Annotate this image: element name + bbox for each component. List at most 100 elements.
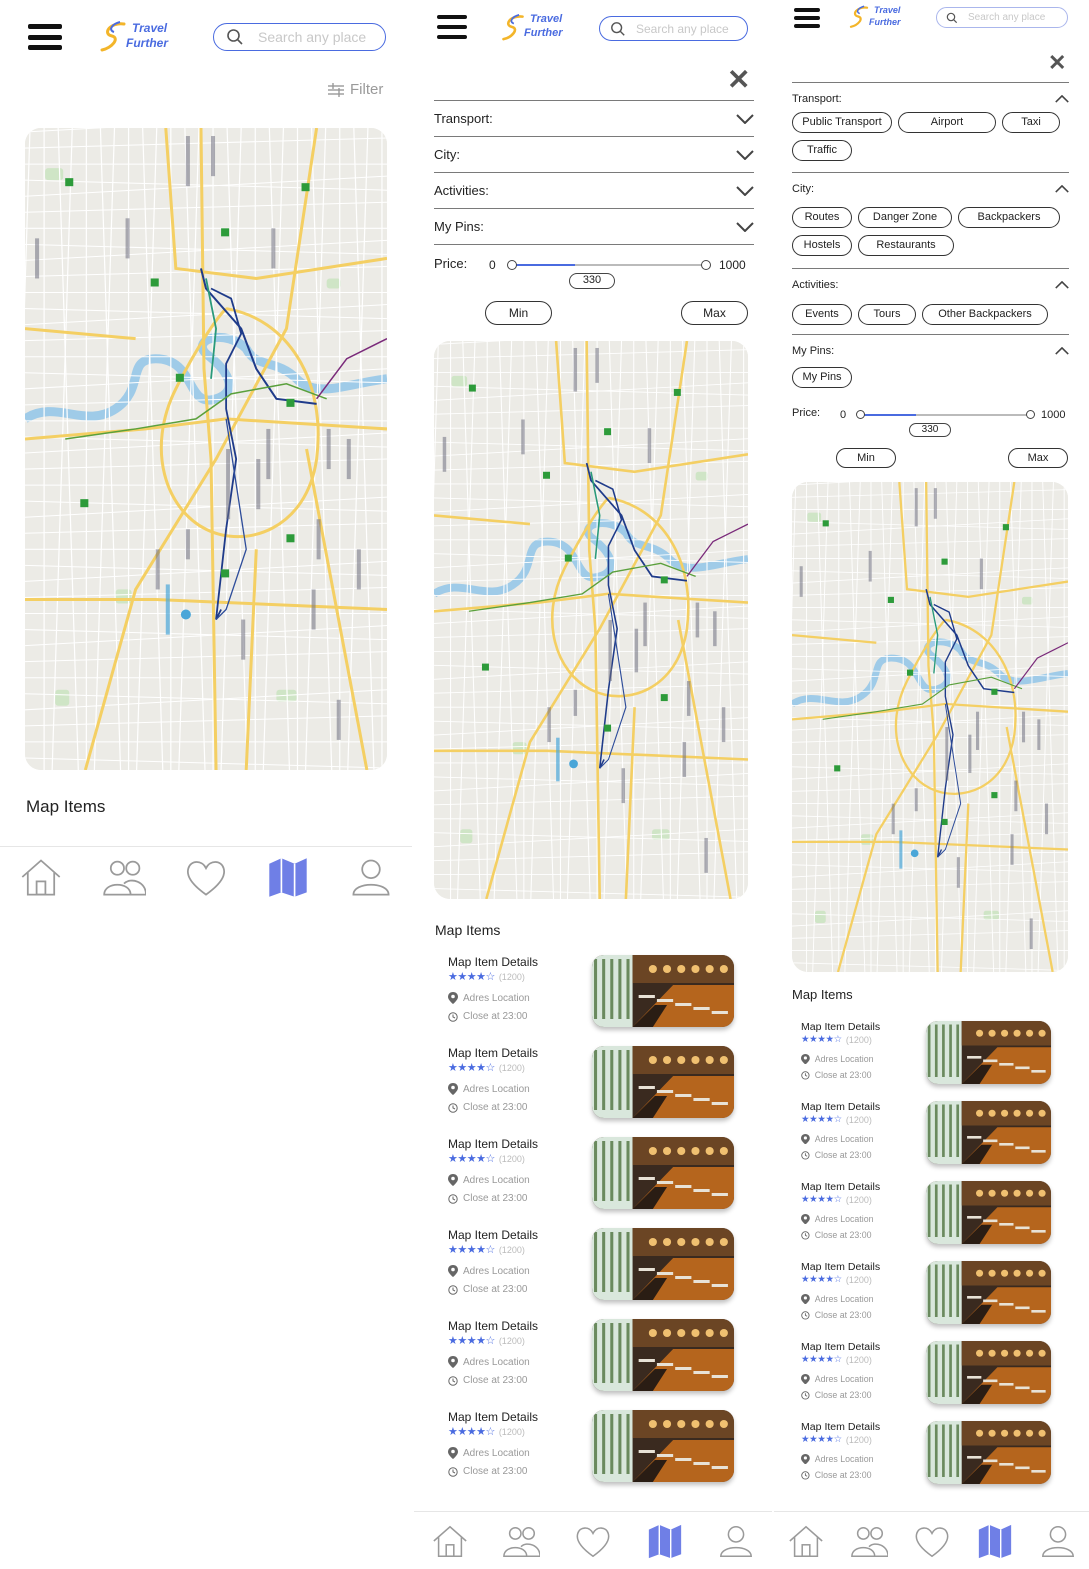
search-placeholder: Search any place bbox=[258, 29, 367, 45]
close-icon[interactable]: ✕ bbox=[1048, 52, 1066, 74]
price-slider-max-knob[interactable] bbox=[1026, 410, 1035, 419]
filter-row-my-pins[interactable]: My Pins: bbox=[434, 208, 754, 244]
transport-options: Public Transport Airport Taxi Traffic bbox=[792, 112, 1072, 161]
location-text: Adres Location bbox=[463, 1174, 530, 1186]
filter-row-activities[interactable]: Activities: bbox=[792, 268, 1069, 300]
search-input[interactable]: Search any place bbox=[599, 16, 748, 41]
location-pin-icon bbox=[448, 992, 458, 1004]
item-photo[interactable] bbox=[926, 1021, 1051, 1084]
menu-icon[interactable] bbox=[437, 15, 467, 39]
clock-icon bbox=[801, 1151, 810, 1160]
review-count: (1200) bbox=[498, 1062, 525, 1073]
nav-people[interactable] bbox=[850, 1522, 888, 1560]
list-item[interactable]: Map Item Details ★★★★☆ (1200) Adres Locatio… bbox=[414, 1046, 772, 1131]
close-icon[interactable]: ✕ bbox=[727, 66, 750, 94]
list-item[interactable]: Map Item Details ★★★★☆ (1200) Adres Locatio… bbox=[774, 1421, 1089, 1495]
filter-chip[interactable]: Public Transport bbox=[792, 112, 892, 133]
list-item[interactable]: Map Item Details ★★★★☆ (1200) Adres Locatio… bbox=[774, 1101, 1089, 1175]
item-title: Map Item Details bbox=[448, 1410, 539, 1424]
search-input[interactable]: Search any place bbox=[213, 23, 386, 51]
map-view[interactable] bbox=[25, 128, 387, 770]
max-button[interactable]: Max bbox=[1008, 448, 1068, 468]
item-photo[interactable] bbox=[926, 1341, 1051, 1404]
filter-row-my-pins[interactable]: My Pins: bbox=[792, 334, 1069, 366]
nav-map[interactable] bbox=[646, 1522, 684, 1560]
nav-home[interactable] bbox=[787, 1522, 825, 1560]
filter-chip[interactable]: Restaurants bbox=[858, 235, 954, 256]
menu-icon[interactable] bbox=[28, 24, 62, 50]
nav-profile[interactable] bbox=[1039, 1522, 1077, 1560]
my-pins-options: My Pins bbox=[792, 367, 1072, 388]
hours-text: Close at 23:00 bbox=[814, 1390, 872, 1401]
list-item[interactable]: Map Item Details ★★★★☆ (1200) Adres Locatio… bbox=[414, 1228, 772, 1313]
location-text: Adres Location bbox=[814, 1213, 874, 1224]
clock-icon bbox=[448, 1375, 458, 1386]
list-item[interactable]: Map Item Details ★★★★☆ (1200) Adres Locatio… bbox=[774, 1021, 1089, 1095]
filter-chip[interactable]: Routes bbox=[792, 207, 852, 228]
max-button[interactable]: Max bbox=[681, 301, 748, 325]
filter-button[interactable]: Filter bbox=[328, 81, 383, 98]
filter-chip[interactable]: Airport bbox=[898, 112, 996, 133]
chevron-down-icon bbox=[736, 185, 754, 196]
my-pins-label: My Pins: bbox=[792, 344, 835, 357]
item-photo[interactable] bbox=[592, 1319, 734, 1391]
filter-chip[interactable]: Backpackers bbox=[958, 207, 1060, 228]
list-item[interactable]: Map Item Details ★★★★☆ (1200) Adres Locatio… bbox=[414, 1137, 772, 1222]
nav-profile[interactable] bbox=[349, 855, 393, 899]
nav-map[interactable] bbox=[266, 855, 310, 899]
price-max-value: 1000 bbox=[719, 258, 746, 272]
filter-chip[interactable]: Taxi bbox=[1002, 112, 1060, 133]
item-photo[interactable] bbox=[926, 1101, 1051, 1164]
filter-chip[interactable]: My Pins bbox=[792, 367, 852, 388]
item-photo[interactable] bbox=[926, 1261, 1051, 1324]
menu-icon[interactable] bbox=[794, 8, 820, 28]
list-item[interactable]: Map Item Details ★★★★☆ (1200) Adres Locatio… bbox=[774, 1181, 1089, 1255]
location-pin-icon bbox=[448, 1447, 458, 1459]
filter-chip[interactable]: Danger Zone bbox=[858, 207, 952, 228]
min-button[interactable]: Min bbox=[485, 301, 552, 325]
nav-people[interactable] bbox=[102, 855, 146, 899]
filter-row-city[interactable]: City: bbox=[792, 172, 1069, 204]
filter-chip[interactable]: Other Backpackers bbox=[922, 304, 1048, 325]
item-photo[interactable] bbox=[592, 1046, 734, 1118]
nav-people[interactable] bbox=[502, 1522, 541, 1560]
price-slider-min-knob[interactable] bbox=[856, 410, 865, 419]
search-input[interactable]: Search any place bbox=[936, 7, 1068, 28]
filter-chip[interactable]: Hostels bbox=[792, 235, 852, 256]
min-button[interactable]: Min bbox=[836, 448, 896, 468]
location-text: Adres Location bbox=[463, 1356, 530, 1368]
price-slider-min-knob[interactable] bbox=[507, 260, 517, 270]
filter-row-city[interactable]: City: bbox=[434, 136, 754, 172]
review-count: (1200) bbox=[498, 1426, 525, 1437]
restaurant-photo bbox=[926, 1421, 1051, 1484]
filter-chip[interactable]: Events bbox=[792, 304, 852, 325]
nav-home[interactable] bbox=[19, 855, 63, 899]
item-photo[interactable] bbox=[592, 1137, 734, 1209]
item-photo[interactable] bbox=[926, 1421, 1051, 1484]
list-item[interactable]: Map Item Details ★★★★☆ (1200) Adres Locatio… bbox=[414, 1319, 772, 1404]
item-photo[interactable] bbox=[592, 1410, 734, 1482]
list-item[interactable]: Map Item Details ★★★★☆ (1200) Adres Locatio… bbox=[414, 955, 772, 1040]
price-slider-max-knob[interactable] bbox=[701, 260, 711, 270]
rating-stars: ★★★★☆ (1200) bbox=[448, 1061, 525, 1074]
item-photo[interactable] bbox=[592, 955, 734, 1027]
nav-profile[interactable] bbox=[717, 1522, 755, 1560]
map-view[interactable] bbox=[434, 341, 748, 899]
item-photo[interactable] bbox=[592, 1228, 734, 1300]
filter-row-activities[interactable]: Activities: bbox=[434, 172, 754, 208]
item-photo[interactable] bbox=[926, 1181, 1051, 1244]
filter-row-transport[interactable]: Transport: bbox=[434, 100, 754, 136]
nav-heart[interactable] bbox=[913, 1522, 951, 1560]
filter-row-transport[interactable]: Transport: bbox=[792, 82, 1069, 114]
list-item[interactable]: Map Item Details ★★★★☆ (1200) Adres Locatio… bbox=[774, 1341, 1089, 1415]
nav-heart[interactable] bbox=[184, 855, 228, 899]
filter-chip[interactable]: Traffic bbox=[792, 140, 852, 161]
nav-heart[interactable] bbox=[574, 1522, 612, 1560]
list-item[interactable]: Map Item Details ★★★★☆ (1200) Adres Locatio… bbox=[414, 1410, 772, 1495]
nav-home[interactable] bbox=[431, 1522, 469, 1560]
nav-map[interactable] bbox=[976, 1522, 1014, 1560]
rating-stars: ★★★★☆ (1200) bbox=[801, 1434, 872, 1445]
list-item[interactable]: Map Item Details ★★★★☆ (1200) Adres Locatio… bbox=[774, 1261, 1089, 1335]
map-view[interactable] bbox=[792, 482, 1068, 972]
filter-chip[interactable]: Tours bbox=[858, 304, 916, 325]
